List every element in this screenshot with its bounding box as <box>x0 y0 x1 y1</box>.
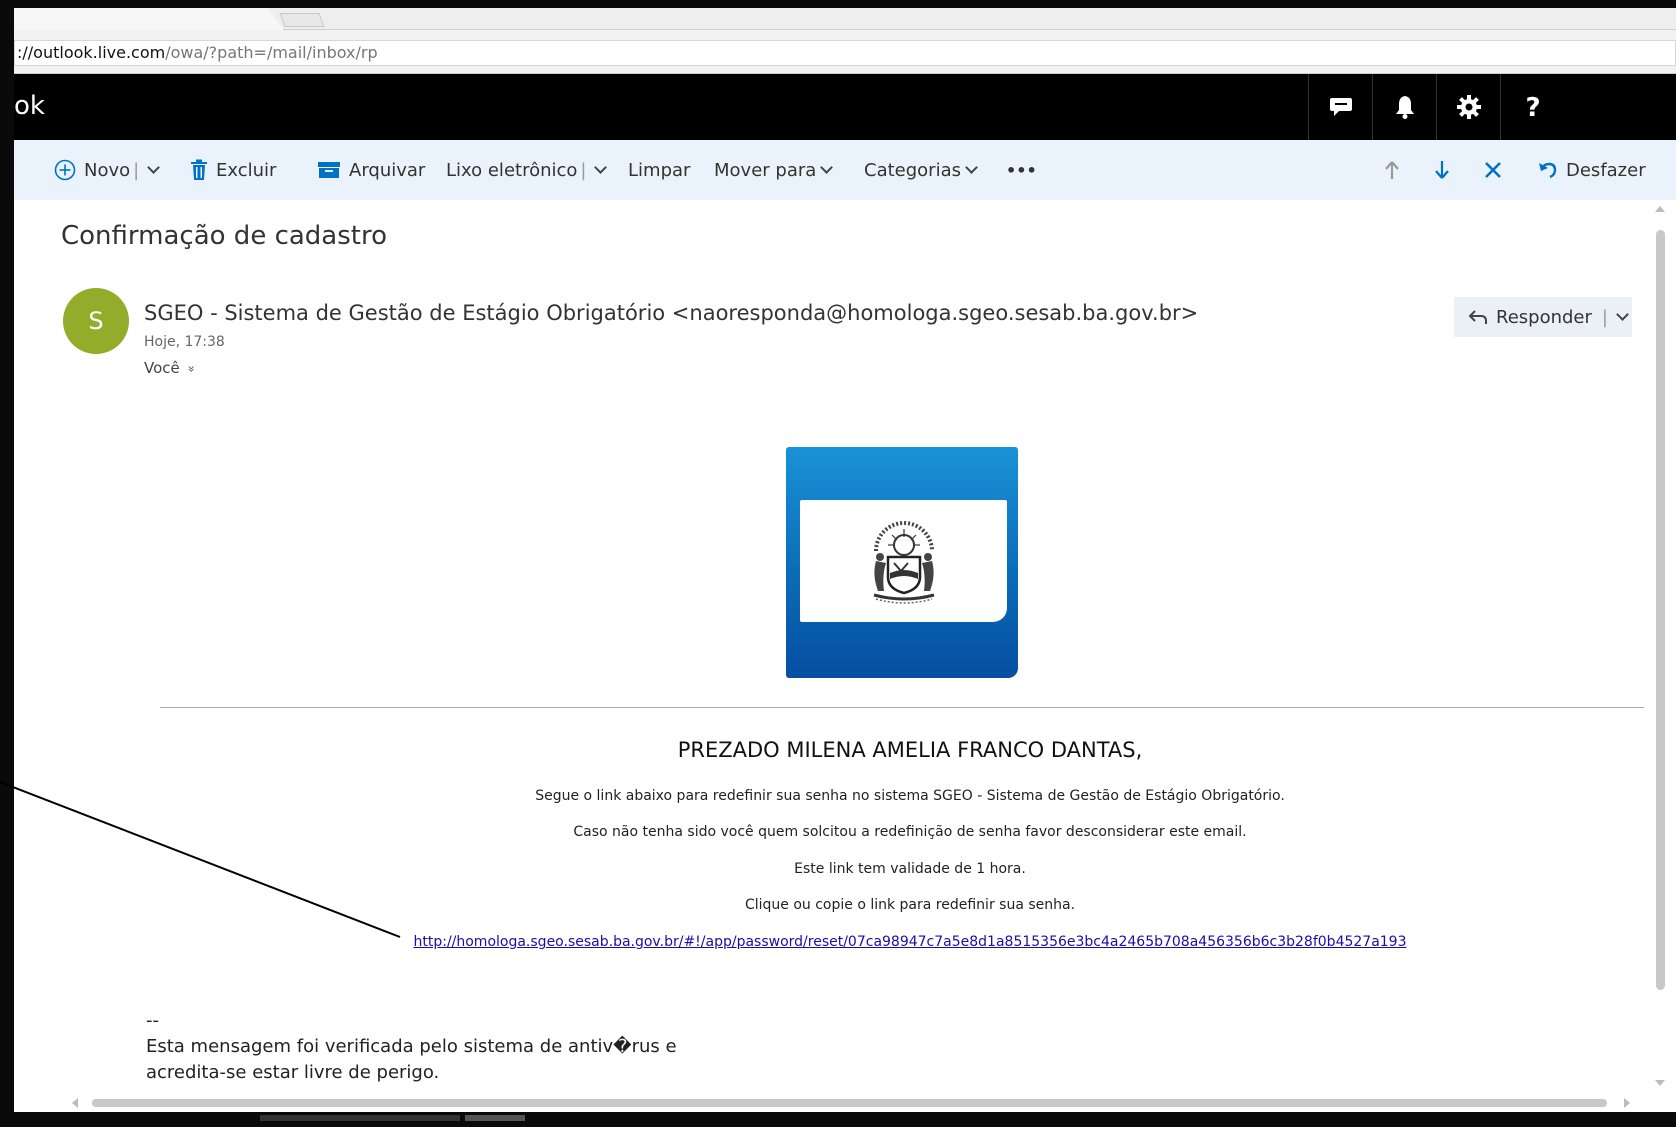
logo-panel <box>800 500 1007 622</box>
email-line-disclaimer: Caso não tenha sido você quem solcitou a… <box>573 824 1247 840</box>
help-icon: ? <box>1525 94 1540 120</box>
reply-label: Responder <box>1496 306 1592 328</box>
horizontal-scrollbar[interactable] <box>64 1093 1644 1112</box>
tab-strip <box>14 8 1676 30</box>
new-label: Novo <box>84 159 131 181</box>
vertical-scroll-thumb[interactable] <box>1656 230 1665 990</box>
bahia-coat-of-arms-icon <box>873 521 934 604</box>
chevron-down-icon[interactable] <box>1616 308 1629 321</box>
taskbar-segment <box>260 1115 460 1121</box>
close-icon <box>1485 162 1501 178</box>
reply-icon <box>1468 309 1488 325</box>
chevron-down-icon[interactable] <box>594 161 608 174</box>
screen-frame-top <box>0 0 1676 8</box>
bell-icon <box>1395 96 1414 119</box>
sender-avatar[interactable]: S <box>63 288 129 354</box>
undo-icon <box>1538 161 1558 179</box>
notifications-button[interactable] <box>1372 74 1436 140</box>
email-line-instructions: Segue o link abaixo para redefinir sua s… <box>535 788 1285 804</box>
scroll-up-arrow-icon[interactable] <box>1655 206 1665 212</box>
email-line-copy: Clique ou copie o link para redefinir su… <box>744 897 1076 913</box>
new-button[interactable]: Novo | <box>54 140 161 200</box>
taskbar-segment <box>465 1115 525 1121</box>
help-button[interactable]: ? <box>1500 74 1564 140</box>
arrow-up-icon <box>1385 161 1399 179</box>
recipient-line: Você » <box>144 359 198 377</box>
archive-button[interactable]: Arquivar <box>317 140 425 200</box>
new-tab-button[interactable] <box>279 13 325 27</box>
message-date: Hoje, 17:38 <box>144 334 225 350</box>
move-label: Mover para <box>714 159 817 181</box>
categories-label: Categorias <box>864 159 961 181</box>
sender-name[interactable]: SGEO - Sistema de Gestão de Estágio Obri… <box>144 301 1198 325</box>
arrow-down-icon <box>1435 161 1449 179</box>
junk-button[interactable]: Lixo eletrônico | <box>446 140 608 200</box>
split-separator: | <box>133 159 140 181</box>
more-actions-button[interactable]: ••• <box>1006 140 1037 200</box>
chat-icon <box>1329 98 1352 116</box>
url-path: /owa/?path=/mail/inbox/rp <box>165 43 378 62</box>
sgeo-logo <box>786 447 1018 678</box>
url-field[interactable]: ://outlook.live.com/owa/?path=/mail/inbo… <box>14 40 1676 66</box>
reply-button[interactable]: Responder | <box>1454 297 1632 337</box>
move-to-button[interactable]: Mover para <box>714 140 834 200</box>
close-message-button[interactable] <box>1484 140 1502 200</box>
chevron-down-icon[interactable] <box>147 161 161 174</box>
signature-dash: -- <box>146 1010 159 1031</box>
recipient-name[interactable]: Você <box>144 359 180 377</box>
sweep-button[interactable]: Limpar <box>628 140 690 200</box>
horizontal-scroll-thumb[interactable] <box>92 1099 1607 1107</box>
svg-text:?: ? <box>1525 94 1540 120</box>
expand-recipients-icon[interactable]: » <box>184 365 198 372</box>
gear-icon <box>1456 95 1481 119</box>
screen-frame-bottom <box>0 1112 1676 1127</box>
archive-label: Arquivar <box>349 159 426 181</box>
split-separator: | <box>580 159 587 181</box>
plus-circle-icon <box>54 159 76 181</box>
chevron-down-icon <box>965 161 978 174</box>
scroll-right-arrow-icon[interactable] <box>1624 1098 1630 1108</box>
split-separator: | <box>1601 306 1608 328</box>
scroll-down-arrow-icon[interactable] <box>1655 1080 1665 1086</box>
archive-icon <box>317 161 341 179</box>
chat-button[interactable] <box>1308 74 1372 140</box>
undo-button[interactable]: Desfazer <box>1538 140 1646 200</box>
signature-line-2: acredita-se estar livre de perigo. <box>146 1062 440 1083</box>
scroll-left-arrow-icon[interactable] <box>72 1098 78 1108</box>
app-brand[interactable]: ok <box>14 91 45 121</box>
url-host: ://outlook.live.com <box>17 43 166 62</box>
command-bar: Novo | Excluir Arquivar Lixo eletrônico … <box>14 140 1676 200</box>
password-reset-link[interactable]: http://homologa.sgeo.sesab.ba.gov.br/#!/… <box>160 934 1660 950</box>
undo-label: Desfazer <box>1566 159 1646 181</box>
email-divider <box>160 707 1660 708</box>
chevron-down-icon <box>820 161 834 174</box>
address-bar: ://outlook.live.com/owa/?path=/mail/inbo… <box>14 30 1676 74</box>
junk-label: Lixo eletrônico <box>446 159 578 181</box>
email-line-validity: Este link tem validade de 1 hora. <box>794 861 1026 877</box>
browser-window: ://outlook.live.com/owa/?path=/mail/inbo… <box>14 8 1676 1112</box>
screen-frame-left <box>0 0 14 1127</box>
message-subject: Confirmação de cadastro <box>61 221 388 251</box>
trash-icon <box>190 159 208 181</box>
email-greeting: PREZADO MILENA AMELIA FRANCO DANTAS, <box>677 738 1143 762</box>
delete-label: Excluir <box>216 159 277 181</box>
browser-tab[interactable] <box>14 8 284 30</box>
delete-button[interactable]: Excluir <box>190 140 276 200</box>
previous-message-button[interactable] <box>1384 140 1400 200</box>
settings-button[interactable] <box>1436 74 1500 140</box>
signature-line-1: Esta mensagem foi verificada pelo sistem… <box>146 1036 677 1057</box>
more-label: ••• <box>1006 160 1037 180</box>
next-message-button[interactable] <box>1434 140 1450 200</box>
suite-header: ok ? <box>14 74 1676 140</box>
sweep-label: Limpar <box>628 159 691 181</box>
vertical-scrollbar[interactable] <box>1644 200 1676 1112</box>
categories-button[interactable]: Categorias <box>864 140 978 200</box>
